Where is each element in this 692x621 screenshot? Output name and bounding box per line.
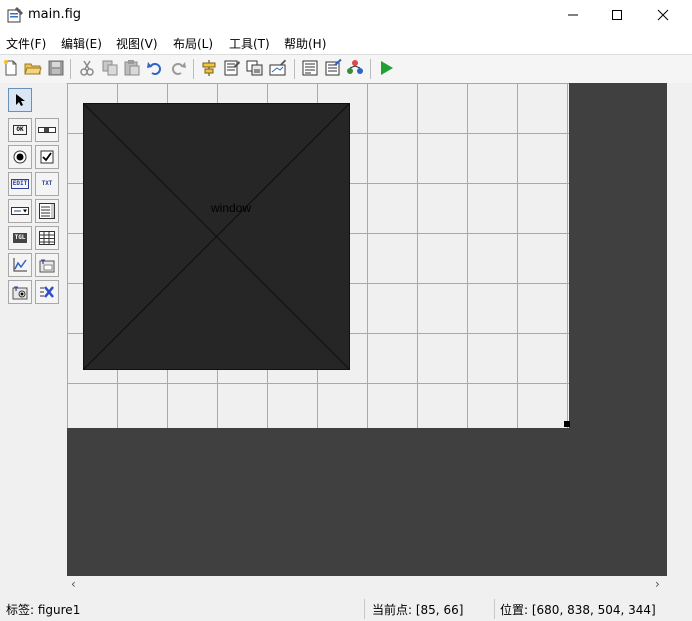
- checkbox-tool[interactable]: [35, 145, 59, 169]
- toggle-button-tool[interactable]: TGL: [8, 226, 32, 250]
- static-text-tool-label: TXT: [41, 180, 53, 187]
- axes-placeholder-graphic: [82, 102, 351, 371]
- table-tool[interactable]: [35, 226, 59, 250]
- menu-layout[interactable]: 布局(L): [173, 35, 213, 52]
- activex-icon: [40, 286, 54, 298]
- toolbar-separator: [294, 59, 295, 79]
- maximize-button[interactable]: [594, 0, 640, 30]
- open-folder-icon[interactable]: [24, 59, 42, 77]
- radio-icon: [13, 150, 27, 164]
- menu-view[interactable]: 视图(V): [116, 35, 158, 52]
- minimize-icon: [568, 14, 578, 16]
- toolbar: [0, 54, 692, 84]
- checkbox-icon: [40, 150, 54, 164]
- status-position: 位置: [680, 838, 504, 344]: [500, 603, 656, 617]
- maximize-icon: [612, 10, 622, 20]
- editor-icon[interactable]: [301, 59, 319, 77]
- copy-icon[interactable]: [101, 59, 119, 77]
- menu-tools[interactable]: 工具(T): [229, 35, 270, 52]
- tab-order-icon[interactable]: [246, 59, 264, 77]
- status-divider: [364, 599, 365, 619]
- status-tag: 标签: figure1: [6, 603, 81, 617]
- close-icon: [657, 9, 669, 21]
- arrow-cursor-icon: [16, 94, 25, 106]
- toolbar-separator: [193, 59, 194, 79]
- paste-icon[interactable]: [123, 59, 141, 77]
- button-group-icon: T: [12, 286, 28, 300]
- menu-bar: 文件(F) 编辑(E) 视图(V) 布局(L) 工具(T) 帮助(H): [0, 30, 692, 54]
- panel-tool[interactable]: T: [35, 253, 59, 277]
- select-tool[interactable]: [8, 88, 32, 112]
- slider-tool[interactable]: [35, 118, 59, 142]
- toolbar-editor-icon[interactable]: [269, 59, 287, 77]
- figure-area[interactable]: window: [67, 83, 570, 428]
- popup-menu-tool[interactable]: [8, 199, 32, 223]
- listbox-icon: [39, 203, 55, 219]
- menu-edit[interactable]: 编辑(E): [61, 35, 102, 52]
- toolbar-separator: [70, 59, 71, 79]
- toggle-button-tool-label: TGL: [12, 233, 28, 243]
- menu-help[interactable]: 帮助(H): [284, 35, 326, 52]
- push-button-tool[interactable]: OK: [8, 118, 32, 142]
- object-browser-icon[interactable]: [346, 59, 364, 77]
- edit-text-tool[interactable]: EDIT: [8, 172, 32, 196]
- save-icon[interactable]: [47, 59, 65, 77]
- menu-editor-icon[interactable]: [223, 59, 241, 77]
- status-divider: [494, 599, 495, 619]
- activex-tool[interactable]: [35, 280, 59, 304]
- scroll-right-icon[interactable]: ›: [655, 577, 660, 591]
- cut-icon[interactable]: [78, 59, 96, 77]
- figure-resize-handle[interactable]: [564, 421, 570, 427]
- layout-canvas[interactable]: window: [67, 83, 667, 576]
- axes-icon: [13, 258, 27, 272]
- window-title: main.fig: [28, 7, 82, 22]
- axes-tool[interactable]: [8, 253, 32, 277]
- button-group-tool[interactable]: T: [8, 280, 32, 304]
- horizontal-scrollbar[interactable]: ‹ ›: [67, 576, 667, 593]
- axes-tag-label: window: [211, 201, 252, 215]
- property-inspector-icon[interactable]: [324, 59, 342, 77]
- table-icon: [39, 231, 55, 245]
- listbox-tool[interactable]: [35, 199, 59, 223]
- scroll-left-icon[interactable]: ‹: [71, 577, 76, 591]
- redo-icon[interactable]: [169, 59, 187, 77]
- status-current-point: 当前点: [85, 66]: [372, 603, 464, 617]
- axes-component[interactable]: window: [82, 102, 351, 371]
- status-bar: 标签: figure1 当前点: [85, 66] 位置: [680, 838,…: [0, 597, 692, 621]
- panel-icon: T: [39, 259, 55, 273]
- guide-app-icon: [7, 7, 23, 23]
- new-file-icon[interactable]: [2, 59, 20, 77]
- toolbar-separator: [370, 59, 371, 79]
- static-text-tool[interactable]: TXT: [35, 172, 59, 196]
- run-icon[interactable]: [377, 59, 395, 77]
- undo-icon[interactable]: [146, 59, 164, 77]
- radio-button-tool[interactable]: [8, 145, 32, 169]
- push-button-tool-label: OK: [13, 125, 27, 135]
- align-objects-icon[interactable]: [200, 59, 218, 77]
- popup-menu-icon: [11, 207, 29, 215]
- slider-icon: [38, 127, 56, 133]
- title-bar: main.fig: [0, 0, 692, 30]
- minimize-button[interactable]: [550, 0, 596, 30]
- right-edge-strip: [667, 83, 692, 593]
- close-button[interactable]: [640, 0, 686, 30]
- component-palette: OK EDIT TXT TGL T T: [0, 83, 66, 593]
- edit-text-tool-label: EDIT: [10, 179, 30, 189]
- menu-file[interactable]: 文件(F): [6, 35, 46, 52]
